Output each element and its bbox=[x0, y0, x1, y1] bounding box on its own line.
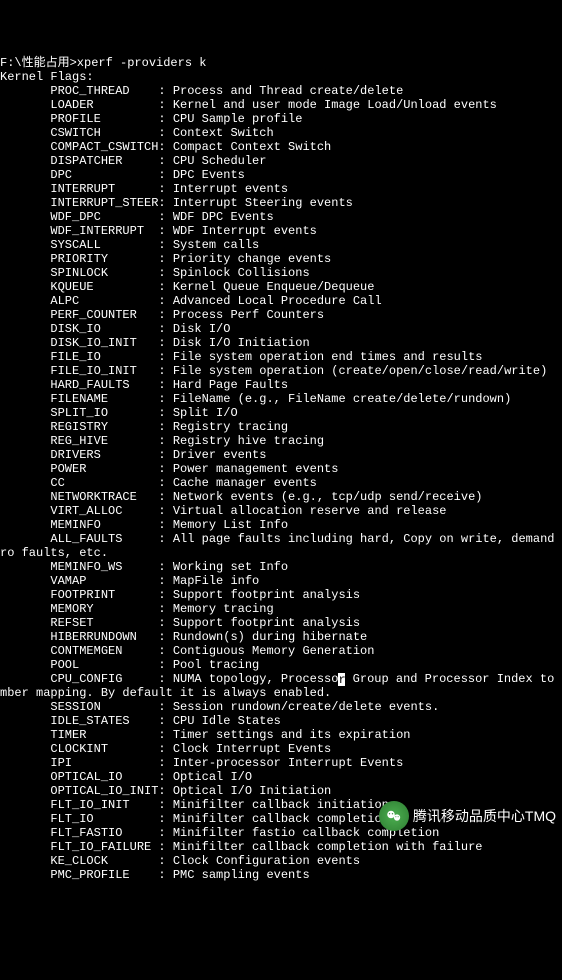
flag-row: SPLIT_IO : Split I/O bbox=[0, 406, 562, 420]
flag-row: HIBERRUNDOWN : Rundown(s) during hiberna… bbox=[0, 630, 562, 644]
flag-row: KE_CLOCK : Clock Configuration events bbox=[0, 854, 562, 868]
flag-row: SYSCALL : System calls bbox=[0, 238, 562, 252]
flag-row: CPU_CONFIG : NUMA topology, Processor Gr… bbox=[0, 672, 562, 686]
flag-row: PMC_PROFILE : PMC sampling events bbox=[0, 868, 562, 882]
flag-row: NETWORKTRACE : Network events (e.g., tcp… bbox=[0, 490, 562, 504]
flag-row: DISK_IO : Disk I/O bbox=[0, 322, 562, 336]
flag-row: WDF_DPC : WDF DPC Events bbox=[0, 210, 562, 224]
flag-row: REG_HIVE : Registry hive tracing bbox=[0, 434, 562, 448]
flag-row: PRIORITY : Priority change events bbox=[0, 252, 562, 266]
flag-row: FILE_IO_INIT : File system operation (cr… bbox=[0, 364, 562, 378]
flag-row-cont: ro faults, etc. bbox=[0, 546, 562, 560]
flag-row: POWER : Power management events bbox=[0, 462, 562, 476]
flag-row: OPTICAL_IO : Optical I/O bbox=[0, 770, 562, 784]
flag-row: FILE_IO : File system operation end time… bbox=[0, 350, 562, 364]
flag-row: FILENAME : FileName (e.g., FileName crea… bbox=[0, 392, 562, 406]
wechat-icon bbox=[379, 801, 409, 831]
flag-row: PERF_COUNTER : Process Perf Counters bbox=[0, 308, 562, 322]
flag-row: CONTMEMGEN : Contiguous Memory Generatio… bbox=[0, 644, 562, 658]
flag-row: FOOTPRINT : Support footprint analysis bbox=[0, 588, 562, 602]
flag-row: ALPC : Advanced Local Procedure Call bbox=[0, 294, 562, 308]
flag-row: DRIVERS : Driver events bbox=[0, 448, 562, 462]
flag-row: MEMORY : Memory tracing bbox=[0, 602, 562, 616]
flag-row-cont: mber mapping. By default it is always en… bbox=[0, 686, 562, 700]
terminal-output: F:\性能占用>xperf -providers kKernel Flags: … bbox=[0, 56, 562, 882]
flag-row: REGISTRY : Registry tracing bbox=[0, 420, 562, 434]
flag-row: OPTICAL_IO_INIT: Optical I/O Initiation bbox=[0, 784, 562, 798]
flag-row: ALL_FAULTS : All page faults including h… bbox=[0, 532, 562, 546]
flag-row: VIRT_ALLOC : Virtual allocation reserve … bbox=[0, 504, 562, 518]
flag-row: FLT_IO_FAILURE : Minifilter callback com… bbox=[0, 840, 562, 854]
flag-row: CLOCKINT : Clock Interrupt Events bbox=[0, 742, 562, 756]
command-prompt-line: F:\性能占用>xperf -providers k bbox=[0, 56, 562, 70]
flag-row: INTERRUPT_STEER: Interrupt Steering even… bbox=[0, 196, 562, 210]
flag-row: HARD_FAULTS : Hard Page Faults bbox=[0, 378, 562, 392]
watermark: 腾讯移动品质中心TMQ bbox=[379, 801, 556, 831]
flag-row: IPI : Inter-processor Interrupt Events bbox=[0, 756, 562, 770]
flag-row: KQUEUE : Kernel Queue Enqueue/Dequeue bbox=[0, 280, 562, 294]
flag-row: DISPATCHER : CPU Scheduler bbox=[0, 154, 562, 168]
flag-row: COMPACT_CSWITCH: Compact Context Switch bbox=[0, 140, 562, 154]
flag-row: SESSION : Session rundown/create/delete … bbox=[0, 700, 562, 714]
flag-row: POOL : Pool tracing bbox=[0, 658, 562, 672]
flag-row: PROFILE : CPU Sample profile bbox=[0, 112, 562, 126]
flag-row: TIMER : Timer settings and its expiratio… bbox=[0, 728, 562, 742]
flag-row: WDF_INTERRUPT : WDF Interrupt events bbox=[0, 224, 562, 238]
flag-row: INTERRUPT : Interrupt events bbox=[0, 182, 562, 196]
flag-row: LOADER : Kernel and user mode Image Load… bbox=[0, 98, 562, 112]
flag-row: REFSET : Support footprint analysis bbox=[0, 616, 562, 630]
flag-row: DPC : DPC Events bbox=[0, 168, 562, 182]
text-cursor: r bbox=[338, 673, 345, 686]
flag-row: CSWITCH : Context Switch bbox=[0, 126, 562, 140]
flag-row: DISK_IO_INIT : Disk I/O Initiation bbox=[0, 336, 562, 350]
flag-row: MEMINFO : Memory List Info bbox=[0, 518, 562, 532]
flag-row: PROC_THREAD : Process and Thread create/… bbox=[0, 84, 562, 98]
flag-row: SPINLOCK : Spinlock Collisions bbox=[0, 266, 562, 280]
flag-row: CC : Cache manager events bbox=[0, 476, 562, 490]
flag-row: VAMAP : MapFile info bbox=[0, 574, 562, 588]
flag-row: IDLE_STATES : CPU Idle States bbox=[0, 714, 562, 728]
kernel-flags-header: Kernel Flags: bbox=[0, 70, 562, 84]
watermark-text: 腾讯移动品质中心TMQ bbox=[413, 809, 556, 823]
flag-row: MEMINFO_WS : Working set Info bbox=[0, 560, 562, 574]
